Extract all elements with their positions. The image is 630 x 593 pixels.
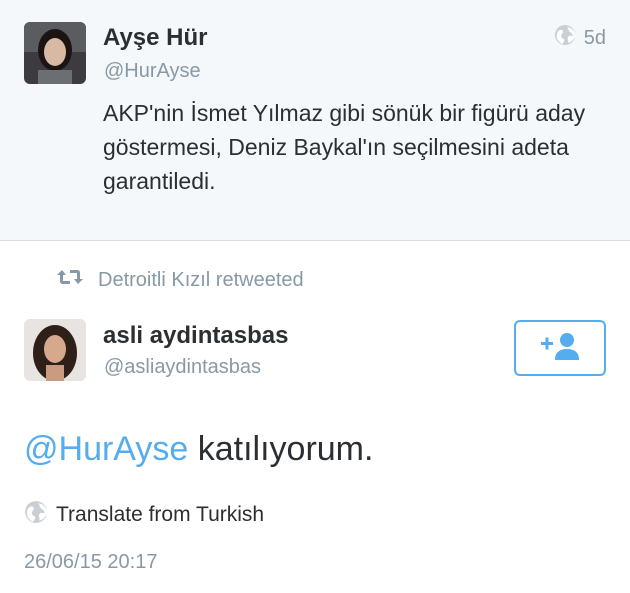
- retweet-context[interactable]: Detroitli Kızıl retweeted: [56, 268, 304, 292]
- tweet-meta: 5d: [554, 24, 606, 52]
- add-user-icon: [538, 331, 582, 366]
- divider: [0, 240, 630, 241]
- globe-icon: [24, 500, 48, 530]
- author-name[interactable]: asli aydintasbas: [103, 322, 288, 350]
- retweet-icon: [56, 268, 84, 292]
- mention-link[interactable]: @HurAyse: [24, 430, 188, 468]
- tweet-text: AKP'nin İsmet Yılmaz gibi sönük bir figü…: [103, 100, 586, 194]
- translate-label: Translate from Turkish: [56, 503, 265, 526]
- tweet-text: @HurAyse katılıyorum.: [24, 430, 373, 469]
- avatar[interactable]: [24, 22, 86, 84]
- globe-icon: [554, 24, 576, 52]
- tweet-detail-screen: Ayşe Hür @HurAyse 5d AKP'nin İsmet Yılma…: [0, 0, 630, 593]
- author-name[interactable]: Ayşe Hür: [103, 24, 207, 52]
- follow-button[interactable]: [514, 320, 606, 376]
- author-handle[interactable]: @HurAyse: [104, 60, 201, 83]
- tweet-timestamp: 26/06/15 20:17: [24, 551, 158, 573]
- avatar[interactable]: [24, 319, 86, 381]
- tweet-age: 5d: [583, 26, 606, 49]
- parent-tweet[interactable]: Ayşe Hür @HurAyse 5d AKP'nin İsmet Yılma…: [0, 0, 630, 240]
- author-handle[interactable]: @asliaydintasbas: [104, 356, 261, 379]
- retweet-label: Detroitli Kızıl retweeted: [98, 268, 304, 291]
- translate-link[interactable]: Translate from Turkish: [24, 500, 264, 530]
- tweet-text-body: katılıyorum.: [188, 430, 374, 468]
